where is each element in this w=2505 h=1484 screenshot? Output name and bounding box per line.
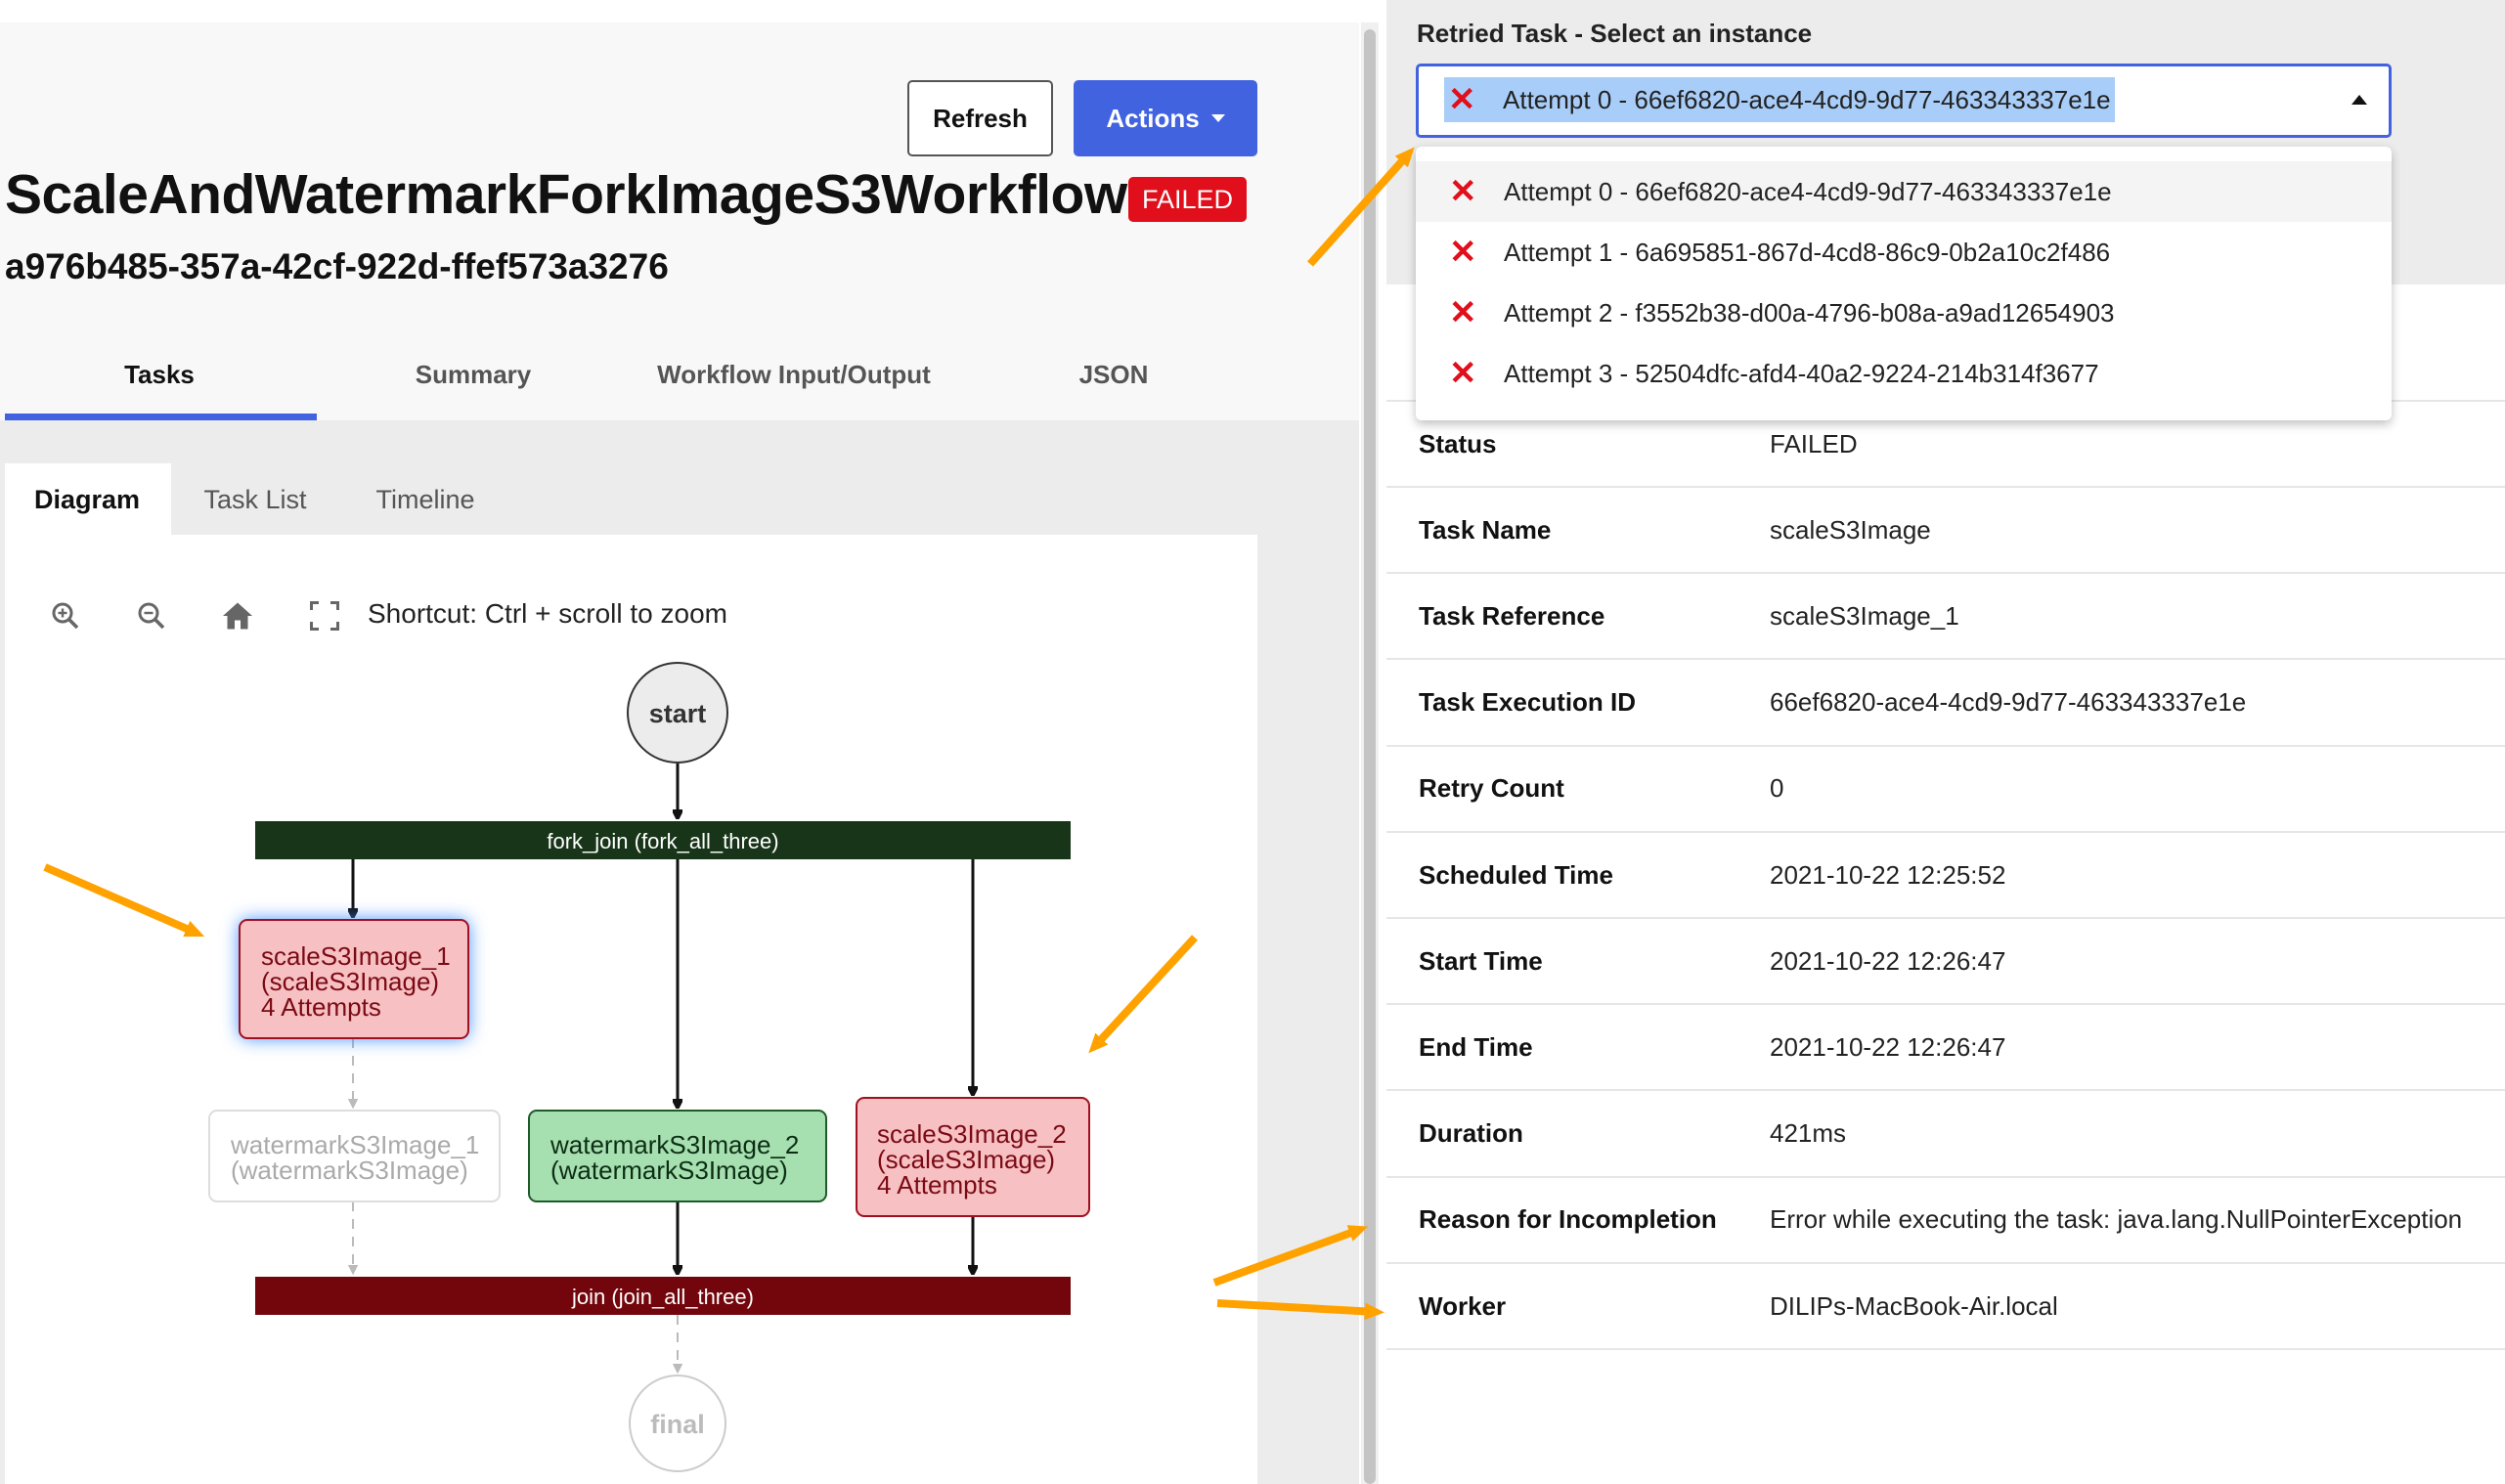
caret-down-icon: [1210, 114, 1225, 122]
detail-value: Error while executing the task: java.lan…: [1770, 1204, 2463, 1235]
detail-value: scaleS3Image: [1770, 514, 1931, 545]
node-line: (watermarkS3Image): [550, 1156, 788, 1185]
detail-row: Worker DILIPs-MacBook-Air.local: [1386, 1264, 2505, 1350]
node-line: 4 Attempts: [261, 992, 381, 1022]
failed-x-icon: ✕: [1449, 173, 1477, 210]
instance-select-label: Retried Task - Select an instance: [1417, 19, 1813, 48]
tab-tasks[interactable]: Tasks: [124, 360, 195, 390]
node-start-label: start: [649, 699, 707, 728]
refresh-button[interactable]: Refresh: [907, 80, 1053, 156]
option-attempt-1[interactable]: ✕ Attempt 1 - 6a695851-867d-4cd8-86c9-0b2…: [1416, 222, 2392, 283]
detail-row: Start Time 2021-10-22 12:26:47: [1386, 919, 2505, 1006]
selected-value: ✕ Attempt 0 - 66ef6820-ace4-4cd9-9d77-46…: [1444, 77, 2115, 122]
tab-summary[interactable]: Summary: [416, 360, 532, 390]
node-watermarkS3Image_1[interactable]: watermarkS3Image_1 (watermarkS3Image): [208, 1110, 501, 1202]
node-join-label: join (join_all_three): [571, 1285, 754, 1309]
refresh-label: Refresh: [933, 103, 1028, 133]
node-fork-label: fork_join (fork_all_three): [547, 829, 778, 853]
detail-row: Task Reference scaleS3Image_1: [1386, 574, 2505, 661]
node-watermarkS3Image_2[interactable]: watermarkS3Image_2 (watermarkS3Image): [528, 1110, 827, 1202]
workflow-id: a976b485-357a-42cf-922d-ffef573a3276: [5, 246, 669, 286]
detail-value: 2021-10-22 12:26:47: [1770, 1031, 2006, 1062]
zoom-shortcut-hint: Shortcut: Ctrl + scroll to zoom: [368, 598, 728, 629]
node-line: 4 Attempts: [877, 1170, 997, 1200]
detail-row: Scheduled Time 2021-10-22 12:25:52: [1386, 833, 2505, 919]
option-attempt-3[interactable]: ✕ Attempt 3 - 52504dfc-afd4-40a2-9224-214…: [1416, 343, 2392, 404]
detail-row: Task Execution ID 66ef6820-ace4-4cd9-9d77…: [1386, 661, 2505, 747]
detail-value: scaleS3Image_1: [1770, 600, 1959, 631]
home-icon[interactable]: [220, 598, 255, 633]
subtab-task-list[interactable]: Task List: [203, 485, 306, 515]
failed-x-icon: ✕: [1449, 234, 1477, 271]
svg-text:watermarkS3Image_2(watermarkS3: watermarkS3Image_2 (watermarkS3Image): [549, 1130, 799, 1185]
option-attempt-2[interactable]: ✕ Attempt 2 - f3552b38-d00a-4796-b08a-a9a…: [1416, 283, 2392, 343]
detail-value: 421ms: [1770, 1118, 1847, 1149]
instance-select[interactable]: ✕ Attempt 0 - 66ef6820-ace4-4cd9-9d77-46…: [1416, 64, 2392, 138]
detail-key: Status: [1419, 428, 1497, 458]
svg-text:watermarkS3Image_1(watermarkS3: watermarkS3Image_1 (watermarkS3Image): [230, 1130, 479, 1185]
selected-text: Attempt 0 - 66ef6820-ace4-4cd9-9d77-4633…: [1503, 84, 2111, 114]
instance-dropdown-menu: ✕ Attempt 0 - 66ef6820-ace4-4cd9-9d77-463…: [1416, 147, 2392, 420]
node-final[interactable]: final: [629, 1375, 726, 1472]
detail-row: End Time 2021-10-22 12:26:47: [1386, 1005, 2505, 1092]
option-label: Attempt 2 - f3552b38-d00a-4796-b08a-a9ad…: [1504, 297, 2115, 327]
detail-key: Start Time: [1419, 945, 1543, 976]
subtab-diagram[interactable]: Diagram: [34, 485, 140, 515]
failed-x-icon: ✕: [1449, 355, 1477, 392]
detail-value: 0: [1770, 773, 1784, 804]
node-start[interactable]: start: [627, 662, 728, 764]
workflow-name: ScaleAndWatermarkForkImageS3Workflow: [5, 163, 1127, 226]
failed-x-icon: ✕: [1449, 294, 1477, 331]
status-badge: FAILED: [1128, 177, 1247, 222]
detail-row: Duration 421ms: [1386, 1092, 2505, 1178]
active-tab-indicator: [5, 414, 317, 420]
node-scaleS3Image_2[interactable]: scaleS3Image_2 (scaleS3Image) 4 Attempts: [856, 1097, 1090, 1217]
node-fork[interactable]: fork_join (fork_all_three): [255, 821, 1071, 859]
diagram-canvas[interactable]: [5, 535, 1257, 1484]
detail-key: Retry Count: [1419, 773, 1564, 804]
fullscreen-icon[interactable]: [307, 598, 342, 633]
node-final-label: final: [650, 1410, 705, 1439]
failed-x-icon: ✕: [1448, 81, 1476, 118]
detail-key: Scheduled Time: [1419, 859, 1613, 890]
detail-row: Task Name scaleS3Image: [1386, 488, 2505, 575]
detail-value: 66ef6820-ace4-4cd9-9d77-463343337e1e: [1770, 687, 2247, 718]
detail-row: Reason for Incompletion Error while execu…: [1386, 1178, 2505, 1264]
detail-key: Task Reference: [1419, 600, 1605, 631]
detail-value: 2021-10-22 12:26:47: [1770, 945, 2006, 976]
actions-button[interactable]: Actions: [1074, 80, 1257, 156]
detail-key: Reason for Incompletion: [1419, 1204, 1717, 1235]
zoom-out-icon[interactable]: [134, 598, 169, 633]
actions-label: Actions: [1106, 103, 1200, 133]
detail-row: Retry Count 0: [1386, 747, 2505, 833]
caret-up-icon[interactable]: [2351, 95, 2367, 105]
detail-value: DILIPs-MacBook-Air.local: [1770, 1290, 2058, 1321]
option-attempt-0[interactable]: ✕ Attempt 0 - 66ef6820-ace4-4cd9-9d77-463…: [1416, 161, 2392, 222]
option-label: Attempt 3 - 52504dfc-afd4-40a2-9224-214b…: [1504, 358, 2099, 388]
tab-workflow-input-output[interactable]: Workflow Input/Output: [657, 360, 931, 390]
detail-key: Task Execution ID: [1419, 687, 1637, 718]
option-label: Attempt 0 - 66ef6820-ace4-4cd9-9d77-4633…: [1504, 176, 2112, 206]
detail-key: Duration: [1419, 1118, 1523, 1149]
subtab-timeline[interactable]: Timeline: [375, 485, 474, 515]
zoom-in-icon[interactable]: [48, 598, 83, 633]
detail-key: Worker: [1419, 1290, 1507, 1321]
node-join[interactable]: join (join_all_three): [255, 1277, 1071, 1315]
node-scaleS3Image_1[interactable]: scaleS3Image_1 (scaleS3Image) 4 Attempts: [239, 919, 469, 1039]
detail-value: FAILED: [1770, 428, 1858, 458]
option-label: Attempt 1 - 6a695851-867d-4cd8-86c9-0b2a…: [1504, 237, 2111, 267]
detail-key: End Time: [1419, 1031, 1533, 1062]
scrollbar-thumb[interactable]: [1364, 29, 1376, 1484]
node-line: (watermarkS3Image): [231, 1156, 468, 1185]
tab-json[interactable]: JSON: [1079, 360, 1149, 390]
detail-value: 2021-10-22 12:25:52: [1770, 859, 2006, 890]
detail-key: Task Name: [1419, 514, 1552, 545]
